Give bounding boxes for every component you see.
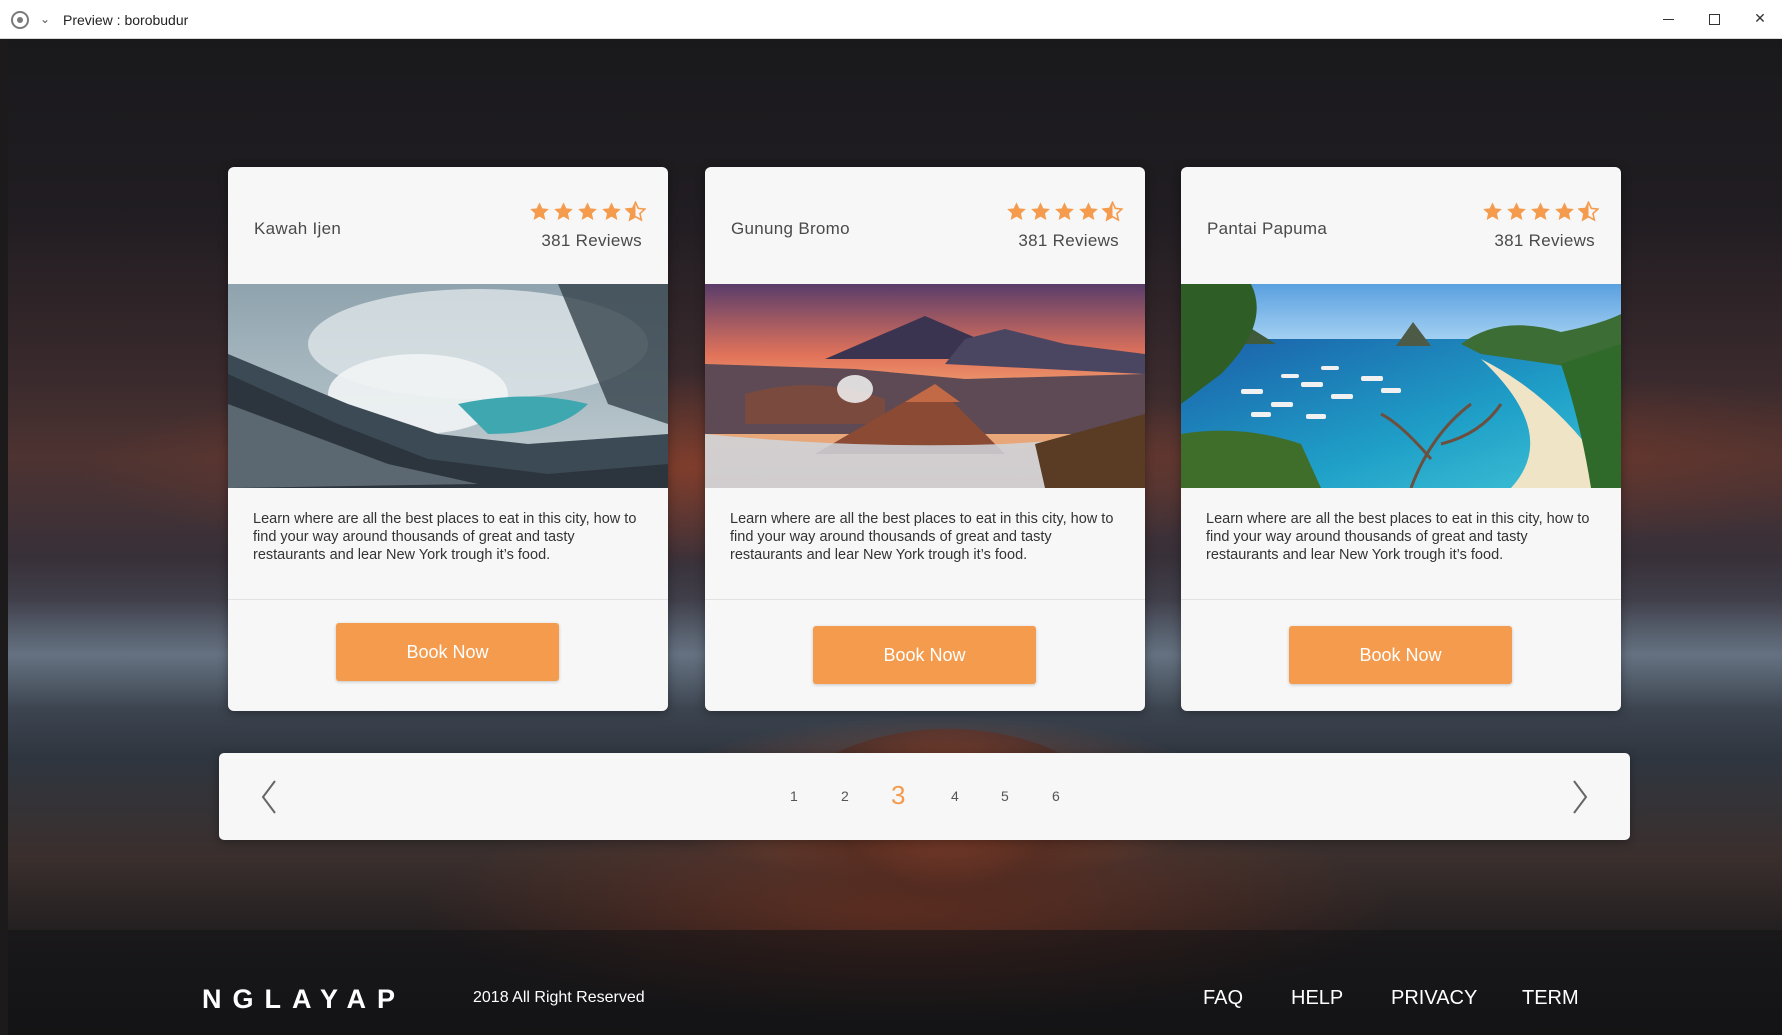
star-icon (1007, 202, 1026, 220)
star-icon (1531, 202, 1550, 220)
window-title: Preview : borobudur (63, 12, 189, 28)
card-header: Kawah Ijen 381 Reviews (228, 167, 668, 284)
footer-link-term[interactable]: TERM (1522, 987, 1579, 1010)
star-rating (529, 201, 646, 222)
star-icon (530, 202, 549, 220)
card-footer: Book Now (228, 600, 668, 711)
maximize-icon (1708, 13, 1720, 25)
destination-card: Gunung Bromo 381 Reviews Learn where are… (705, 167, 1145, 711)
crater-lake-photo (228, 284, 668, 488)
footer-link-privacy[interactable]: PRIVACY (1391, 987, 1477, 1010)
star-icon (602, 202, 621, 220)
page-3-current[interactable]: 3 (891, 780, 905, 811)
volcano-sunrise-photo (705, 284, 1145, 488)
destination-card: Pantai Papuma 381 Reviews Learn where ar… (1181, 167, 1621, 711)
minimize-button[interactable] (1648, 4, 1688, 34)
page-2[interactable]: 2 (841, 788, 849, 804)
review-count: 381 Reviews (1494, 231, 1595, 250)
card-title: Pantai Papuma (1207, 219, 1328, 238)
window-titlebar: ⌄ Preview : borobudur ✕ (0, 0, 1782, 39)
card-title: Kawah Ijen (254, 219, 342, 238)
card-description: Learn where are all the best places to e… (1181, 488, 1621, 600)
beach-boats-photo (1181, 284, 1621, 488)
book-now-button[interactable]: Book Now (336, 623, 559, 681)
star-half-icon (1102, 201, 1123, 222)
star-icon (1555, 202, 1574, 220)
card-description: Learn where are all the best places to e… (705, 488, 1145, 600)
footer: NGLAYAP 2018 All Right Reserved FAQ HELP… (8, 930, 1782, 1035)
footer-link-help[interactable]: HELP (1291, 987, 1343, 1010)
maximize-button[interactable] (1694, 4, 1734, 34)
card-header: Gunung Bromo 381 Reviews (705, 167, 1145, 284)
star-half-icon (1578, 201, 1599, 222)
card-header: Pantai Papuma 381 Reviews (1181, 167, 1621, 284)
book-now-button[interactable]: Book Now (813, 626, 1036, 684)
page-1[interactable]: 1 (790, 788, 798, 804)
star-half-icon (625, 201, 646, 222)
star-icon (1055, 202, 1074, 220)
star-icon (578, 202, 597, 220)
review-count: 381 Reviews (1018, 231, 1119, 250)
card-description: Learn where are all the best places to e… (228, 488, 668, 600)
chevron-down-icon[interactable]: ⌄ (40, 12, 50, 26)
card-footer: Book Now (705, 600, 1145, 711)
brand-logo[interactable]: NGLAYAP (202, 984, 406, 1015)
close-button[interactable]: ✕ (1740, 4, 1780, 34)
star-icon (554, 202, 573, 220)
chevron-right-icon[interactable] (1564, 778, 1594, 816)
page-5[interactable]: 5 (1001, 788, 1009, 804)
footer-link-faq[interactable]: FAQ (1203, 987, 1243, 1010)
minimize-icon (1662, 18, 1674, 20)
review-count: 381 Reviews (541, 231, 642, 250)
copyright-text: 2018 All Right Reserved (473, 989, 645, 1006)
card-title: Gunung Bromo (731, 219, 850, 238)
app-icon[interactable] (11, 11, 29, 29)
page-6[interactable]: 6 (1052, 788, 1060, 804)
page-4[interactable]: 4 (951, 788, 959, 804)
star-icon (1507, 202, 1526, 220)
pagination-bar: 1 2 3 4 5 6 (219, 753, 1630, 840)
star-icon (1483, 202, 1502, 220)
book-now-button[interactable]: Book Now (1289, 626, 1512, 684)
destination-card: Kawah Ijen 381 Reviews Learn where are a… (228, 167, 668, 711)
close-icon: ✕ (1754, 11, 1766, 27)
star-rating (1006, 201, 1123, 222)
page-numbers: 1 2 3 4 5 6 (219, 753, 1630, 840)
star-icon (1079, 202, 1098, 220)
star-rating (1482, 201, 1599, 222)
card-footer: Book Now (1181, 600, 1621, 711)
star-icon (1031, 202, 1050, 220)
